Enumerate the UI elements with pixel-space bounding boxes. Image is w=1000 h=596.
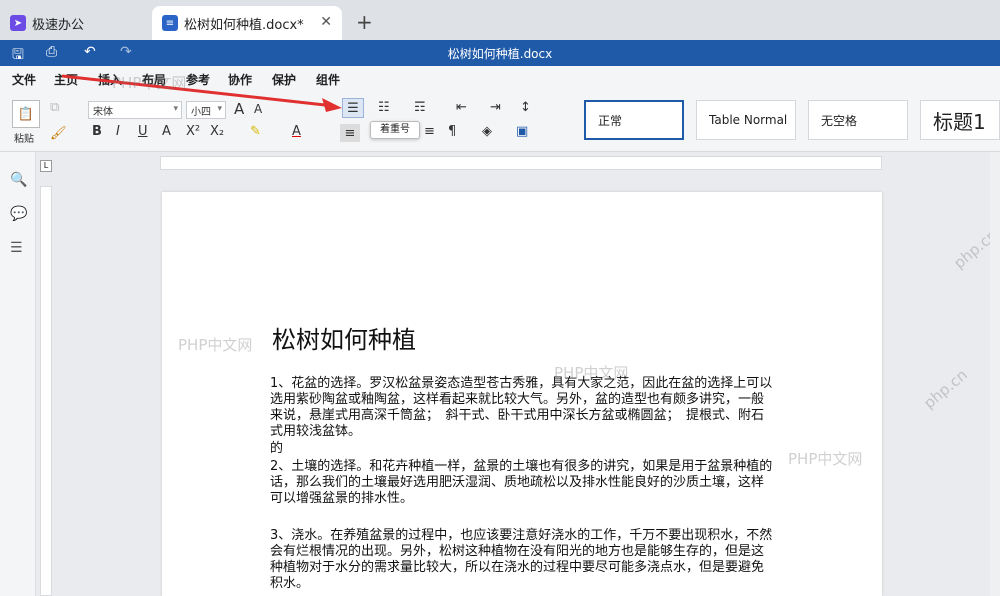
watermark: php.cn <box>920 365 971 413</box>
justify-icon[interactable]: ≡ <box>424 124 435 139</box>
decrease-indent-icon[interactable]: ⇤ <box>456 100 467 115</box>
paste-icon[interactable]: 📋 <box>12 100 40 128</box>
format-painter-icon[interactable]: 🖌 <box>50 126 67 141</box>
paragraph-1: 1、花盆的选择。罗汉松盆景姿态造型苍古秀雅，具有大家之范，因此在盆的选择上可以选… <box>270 376 773 439</box>
vertical-scrollbar[interactable] <box>990 152 1000 596</box>
sort-icon[interactable]: ↕ <box>520 100 531 115</box>
borders-icon[interactable]: ▣ <box>516 124 528 139</box>
strikethrough-icon[interactable]: A <box>162 124 171 139</box>
new-tab-button[interactable]: + <box>356 10 373 34</box>
shading-icon[interactable]: ◈ <box>482 124 492 139</box>
search-icon[interactable]: 🔍 <box>10 172 27 188</box>
menu-home[interactable]: 主页 <box>54 71 79 93</box>
close-icon[interactable]: ✕ <box>320 14 332 30</box>
tab-stop-selector[interactable]: L <box>40 160 52 172</box>
tab-label: 松树如何种植.docx* <box>184 17 304 33</box>
font-size-value: 小四 <box>191 107 211 118</box>
paragraph-3: 3、浇水。在养殖盆景的过程中，也应该要注意好浇水的工作，千万不要出现积水，不然会… <box>270 528 773 591</box>
watermark: PHP中文网 <box>554 364 629 382</box>
comment-icon[interactable]: 💬 <box>10 206 27 222</box>
tab-bar: ➤ 极速办公 ≡ 松树如何种植.docx* ✕ + <box>0 0 1000 40</box>
watermark: PHP中文网 <box>178 336 253 354</box>
ribbon-toolbar: 📋 粘贴 ⧉ 🖌 宋体 ▾ 小四 ▾ A A B I U A X² X₂ ✎ A… <box>0 90 1000 152</box>
left-sidebar: 🔍 💬 ☰ <box>0 152 36 596</box>
tooltip: 着重号 <box>370 121 420 139</box>
bold-icon[interactable]: B <box>92 124 102 139</box>
tab-label: 极速办公 <box>32 17 85 33</box>
title-bar: 🖫 ⎙ ↶ ↷ 松树如何种植.docx <box>0 40 1000 66</box>
style-label: 标题1 <box>933 109 986 134</box>
app-logo-icon: ➤ <box>10 15 26 31</box>
menu-protect[interactable]: 保护 <box>272 71 296 88</box>
superscript-icon[interactable]: X² <box>186 124 200 139</box>
paragraph-stray: 的 <box>270 441 284 456</box>
underline-icon[interactable]: U <box>138 124 148 139</box>
watermark: PHP中文网 <box>112 74 187 92</box>
style-normal[interactable]: 正常 <box>584 100 684 140</box>
style-label: Table Normal <box>709 113 788 127</box>
window-title: 松树如何种植.docx <box>447 47 553 61</box>
document-page[interactable]: 松树如何种植 1、花盆的选择。罗汉松盆景姿态造型苍古秀雅，具有大家之范，因此在盆… <box>162 192 882 596</box>
paragraph-marks-icon[interactable]: ¶ <box>448 124 456 139</box>
numbered-list-icon[interactable]: ☷ <box>378 100 390 115</box>
multilevel-list-icon[interactable]: ☶ <box>414 100 426 115</box>
shrink-font-icon[interactable]: A <box>254 102 262 116</box>
italic-icon[interactable]: I <box>116 124 120 139</box>
watermark: PHP中文网 <box>788 450 863 468</box>
tab-document[interactable]: ≡ 松树如何种植.docx* ✕ <box>152 6 342 40</box>
increase-indent-icon[interactable]: ⇥ <box>490 100 501 115</box>
highlight-icon[interactable]: ✎ <box>250 124 261 139</box>
menu-references[interactable]: 参考 <box>186 71 210 88</box>
menu-collaborate[interactable]: 协作 <box>228 71 252 88</box>
bullet-list-icon[interactable]: ☰ <box>342 98 364 118</box>
style-heading1[interactable]: 标题1 <box>920 100 1000 140</box>
copy-icon[interactable]: ⧉ <box>50 100 59 115</box>
paste-label: 粘贴 <box>14 134 34 145</box>
subscript-icon[interactable]: X₂ <box>210 124 224 139</box>
style-table-normal[interactable]: Table Normal <box>696 100 796 140</box>
menu-file[interactable]: 文件 <box>12 71 36 88</box>
document-icon: ≡ <box>162 15 178 31</box>
style-no-spacing[interactable]: 无空格 <box>808 100 908 140</box>
vertical-ruler[interactable] <box>40 186 52 596</box>
menu-plugins[interactable]: 组件 <box>316 71 340 88</box>
navigation-icon[interactable]: ☰ <box>10 240 23 256</box>
font-size-select[interactable]: 小四 ▾ <box>186 101 226 119</box>
font-color-icon[interactable]: A <box>292 124 301 139</box>
grow-font-icon[interactable]: A <box>234 100 244 118</box>
style-label: 无空格 <box>821 113 858 128</box>
style-label: 正常 <box>598 113 623 128</box>
document-title: 松树如何种植 <box>272 326 416 354</box>
horizontal-ruler[interactable] <box>160 156 882 170</box>
font-name-select[interactable]: 宋体 ▾ <box>88 101 182 119</box>
tab-home[interactable]: ➤ 极速办公 <box>0 6 150 40</box>
paragraph-2: 2、土壤的选择。和花卉种植一样，盆景的土壤也有很多的讲究，如果是用于盆景种植的话… <box>270 459 773 506</box>
chevron-down-icon: ▾ <box>173 104 178 114</box>
align-left-icon[interactable]: ≡ <box>340 124 360 142</box>
font-name-value: 宋体 <box>93 107 113 118</box>
chevron-down-icon: ▾ <box>217 104 222 114</box>
